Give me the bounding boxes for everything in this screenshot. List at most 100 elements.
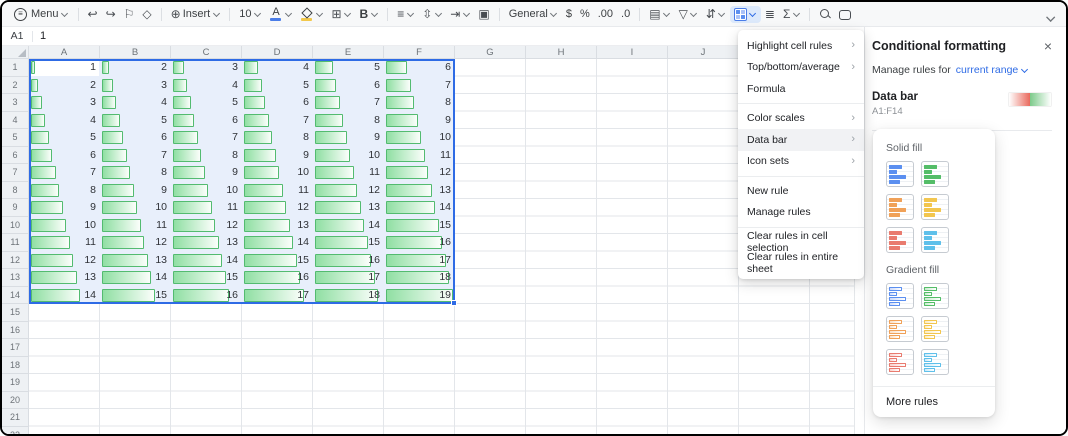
cell-value[interactable]: 17 <box>384 252 451 270</box>
cell-value[interactable]: 11 <box>384 147 451 165</box>
cell-value[interactable]: 16 <box>384 234 451 252</box>
cell-value[interactable]: 8 <box>29 182 96 200</box>
cell-value[interactable]: 5 <box>171 94 238 112</box>
databar-style-sky-solid[interactable] <box>921 227 949 253</box>
row-header-19[interactable]: 19 <box>2 374 29 392</box>
cell-value[interactable]: 7 <box>171 129 238 147</box>
cell-value[interactable]: 12 <box>384 164 451 182</box>
cell-value[interactable]: 6 <box>384 59 451 77</box>
menu-highlight-cell-rules[interactable]: Highlight cell rules› <box>738 35 864 57</box>
cell-value[interactable]: 14 <box>29 287 96 305</box>
bold-button[interactable]: B <box>356 5 383 23</box>
cell-value[interactable]: 7 <box>384 77 451 95</box>
cell-value[interactable]: 17 <box>242 287 309 305</box>
menu-icon-sets[interactable]: Icon sets› <box>738 151 864 173</box>
cell-value[interactable]: 6 <box>171 112 238 130</box>
cell-value[interactable]: 17 <box>313 269 380 287</box>
menu-manage-rules[interactable]: Manage rules <box>738 202 864 224</box>
cell-value[interactable]: 13 <box>100 252 167 270</box>
cell-style-button[interactable]: ▤ <box>645 6 674 22</box>
cell-value[interactable]: 5 <box>242 77 309 95</box>
column-header-C[interactable]: C <box>171 46 242 59</box>
databar-style-yellow-gradient[interactable] <box>921 316 949 342</box>
cell-value[interactable]: 18 <box>384 269 451 287</box>
text-wrap-button[interactable]: ⇥ <box>446 6 474 22</box>
collapse-toolbar-button[interactable] <box>1046 9 1054 27</box>
borders-button[interactable]: ⊞ <box>327 6 355 22</box>
cell-value[interactable]: 7 <box>313 94 380 112</box>
cell-value[interactable]: 6 <box>29 147 96 165</box>
cell-value[interactable]: 12 <box>242 199 309 217</box>
menu-new-rule[interactable]: New rule <box>738 180 864 202</box>
cell-value[interactable]: 5 <box>100 112 167 130</box>
menu-color-scales[interactable]: Color scales› <box>738 108 864 130</box>
cell-value[interactable]: 15 <box>171 269 238 287</box>
column-header-B[interactable]: B <box>100 46 171 59</box>
cell-value[interactable]: 9 <box>29 199 96 217</box>
cell-value[interactable]: 5 <box>313 59 380 77</box>
menu-formula[interactable]: Formula <box>738 78 864 100</box>
redo-button[interactable]: ↪ <box>102 6 120 22</box>
increase-decimal-button[interactable]: .00 <box>594 6 617 22</box>
row-header-1[interactable]: 1 <box>2 59 29 77</box>
cell-value[interactable]: 15 <box>242 252 309 270</box>
column-header-I[interactable]: I <box>597 46 668 59</box>
cell-value[interactable]: 10 <box>313 147 380 165</box>
cell-value[interactable]: 3 <box>100 77 167 95</box>
name-box[interactable]: A1 <box>2 30 32 42</box>
cell-value[interactable]: 8 <box>242 129 309 147</box>
row-header-10[interactable]: 10 <box>2 217 29 235</box>
formula-input[interactable]: 1 <box>33 30 46 42</box>
more-rules-button[interactable]: More rules <box>873 387 995 417</box>
fill-handle[interactable] <box>451 300 457 306</box>
row-header-21[interactable]: 21 <box>2 409 29 427</box>
vertical-align-button[interactable]: ⇳ <box>418 6 446 22</box>
cell-value[interactable]: 10 <box>242 164 309 182</box>
row-header-15[interactable]: 15 <box>2 304 29 322</box>
cell-value[interactable]: 10 <box>171 182 238 200</box>
row-header-9[interactable]: 9 <box>2 199 29 217</box>
row-header-3[interactable]: 3 <box>2 94 29 112</box>
insert-button[interactable]: ⊕Insert <box>167 6 225 22</box>
column-header-H[interactable]: H <box>526 46 597 59</box>
cell-value[interactable]: 4 <box>100 94 167 112</box>
cell-value[interactable]: 13 <box>29 269 96 287</box>
cell-value[interactable]: 9 <box>100 182 167 200</box>
databar-style-orange-gradient[interactable] <box>886 316 914 342</box>
cell-value[interactable]: 12 <box>29 252 96 270</box>
cell-value[interactable]: 16 <box>171 287 238 305</box>
row-header-6[interactable]: 6 <box>2 147 29 165</box>
cell-value[interactable]: 18 <box>313 287 380 305</box>
cell-value[interactable]: 14 <box>100 269 167 287</box>
cell-value[interactable]: 16 <box>242 269 309 287</box>
cell-value[interactable]: 11 <box>100 217 167 235</box>
row-distribute-button[interactable]: ≣ <box>761 6 779 22</box>
menu-top-bottom-average[interactable]: Top/bottom/average› <box>738 57 864 79</box>
row-header-13[interactable]: 13 <box>2 269 29 287</box>
menu-clear-rules-selection[interactable]: Clear rules in cell selection <box>738 231 864 253</box>
cell-value[interactable]: 9 <box>242 147 309 165</box>
cell-value[interactable]: 8 <box>313 112 380 130</box>
cell-value[interactable]: 2 <box>29 77 96 95</box>
cell-value[interactable]: 8 <box>100 164 167 182</box>
decrease-decimal-button[interactable]: .0 <box>617 6 634 22</box>
databar-style-orange-solid[interactable] <box>886 194 914 220</box>
databar-style-red-solid[interactable] <box>886 227 914 253</box>
cell-value[interactable]: 11 <box>313 164 380 182</box>
row-header-12[interactable]: 12 <box>2 252 29 270</box>
undo-button[interactable]: ↩ <box>84 6 102 22</box>
databar-style-blue-gradient[interactable] <box>886 283 914 309</box>
cell-value[interactable]: 3 <box>29 94 96 112</box>
cell-value[interactable]: 7 <box>242 112 309 130</box>
cell-value[interactable]: 9 <box>171 164 238 182</box>
range-scope-select[interactable]: current range <box>956 64 1028 76</box>
cell-value[interactable]: 14 <box>242 234 309 252</box>
comment-button[interactable] <box>835 7 855 22</box>
text-color-button[interactable]: A <box>265 5 296 23</box>
cell-value[interactable]: 1 <box>29 59 96 77</box>
databar-style-yellow-solid[interactable] <box>921 194 949 220</box>
cell-value[interactable]: 7 <box>29 164 96 182</box>
column-header-G[interactable]: G <box>455 46 526 59</box>
percent-button[interactable]: % <box>576 6 594 22</box>
cell-value[interactable]: 6 <box>313 77 380 95</box>
